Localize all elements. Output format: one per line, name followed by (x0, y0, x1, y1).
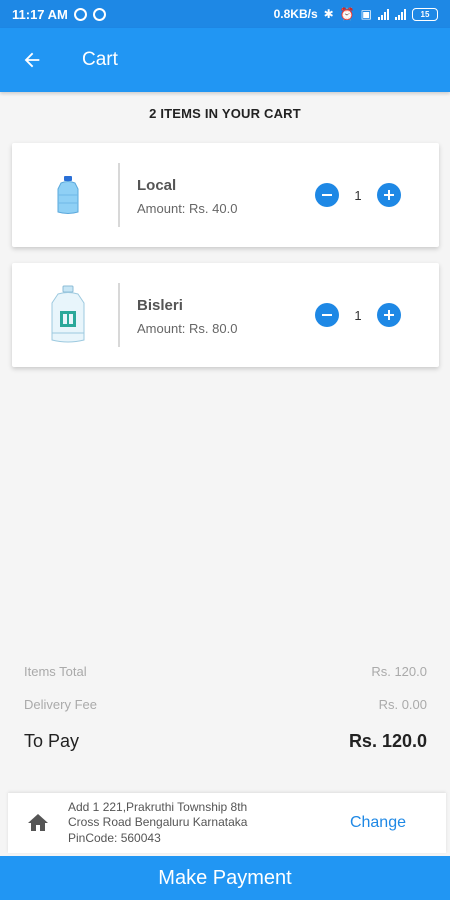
address-text: Add 1 221,Prakruthi Township 8th Cross R… (68, 800, 318, 847)
network-speed: 0.8KB/s (273, 7, 318, 21)
to-pay-label: To Pay (24, 731, 80, 751)
items-total-value: Rs. 120.0 (371, 664, 427, 679)
small-water-bottle-icon (57, 176, 79, 214)
card-divider (118, 283, 120, 347)
product-image (32, 277, 104, 353)
product-image (32, 157, 104, 233)
bluetooth-icon: ✱ (323, 7, 334, 21)
page-title: Cart (82, 49, 118, 70)
delivery-fee-row: Delivery Fee Rs. 0.00 (24, 697, 427, 712)
address-line-2: Cross Road Bengaluru Karnataka (68, 815, 248, 830)
minus-icon (322, 314, 332, 316)
items-total-row: Items Total Rs. 120.0 (24, 664, 427, 679)
battery-icon: 15 (412, 7, 438, 21)
item-name: Local (137, 177, 177, 194)
address-line-3: PinCode: 560043 (68, 830, 161, 845)
increase-button[interactable] (377, 183, 401, 207)
whatsapp-icon (92, 7, 106, 21)
item-amount: Amount: Rs. 40.0 (137, 201, 238, 216)
signal-icon (378, 8, 389, 20)
minus-icon (322, 194, 332, 196)
make-payment-button[interactable]: Make Payment (0, 856, 450, 900)
home-icon (28, 814, 48, 831)
quantity-stepper: 1 (315, 303, 401, 327)
signal-2-icon (395, 8, 406, 20)
home-icon-wrap (8, 811, 68, 835)
app-notification-icon (73, 7, 87, 21)
decrease-button[interactable] (315, 303, 339, 327)
to-pay-value: Rs. 120.0 (348, 731, 427, 751)
plus-icon (384, 190, 394, 200)
quantity-value: 1 (354, 187, 362, 203)
delivery-fee-value: Rs. 0.00 (378, 697, 427, 712)
plus-icon (384, 310, 394, 320)
decrease-button[interactable] (315, 183, 339, 207)
item-amount: Amount: Rs. 80.0 (137, 321, 238, 336)
delivery-fee-label: Delivery Fee (24, 697, 97, 712)
cart-item-card: Bisleri Amount: Rs. 80.0 1 (12, 263, 439, 367)
to-pay-row: To Pay Rs. 120.0 (24, 731, 427, 752)
arrow-left-icon (24, 52, 40, 68)
water-jar-icon (51, 285, 85, 343)
address-line-1: Add 1 221,Prakruthi Township 8th (68, 799, 248, 814)
item-name: Bisleri (137, 297, 183, 314)
battery-level: 15 (420, 9, 430, 19)
cart-item-card: Local Amount: Rs. 40.0 1 (12, 143, 439, 247)
back-button[interactable] (0, 28, 64, 92)
cart-count-label: 2 ITEMS IN YOUR CART (149, 106, 301, 121)
alarm-icon: ⏰ (339, 7, 355, 21)
card-divider (118, 163, 120, 227)
increase-button[interactable] (377, 303, 401, 327)
app-bar: Cart (0, 28, 450, 92)
items-total-label: Items Total (24, 664, 87, 679)
quantity-value: 1 (354, 307, 362, 323)
quantity-stepper: 1 (315, 183, 401, 207)
change-address-button[interactable]: Change (350, 814, 406, 832)
status-time: 11:17 AM (12, 6, 68, 22)
status-bar: 11:17 AM 0.8KB/s ✱ ⏰ ▣ 15 (0, 0, 450, 28)
delivery-address-bar: Add 1 221,Prakruthi Township 8th Cross R… (8, 793, 446, 853)
sim-icon: ▣ (360, 7, 372, 21)
